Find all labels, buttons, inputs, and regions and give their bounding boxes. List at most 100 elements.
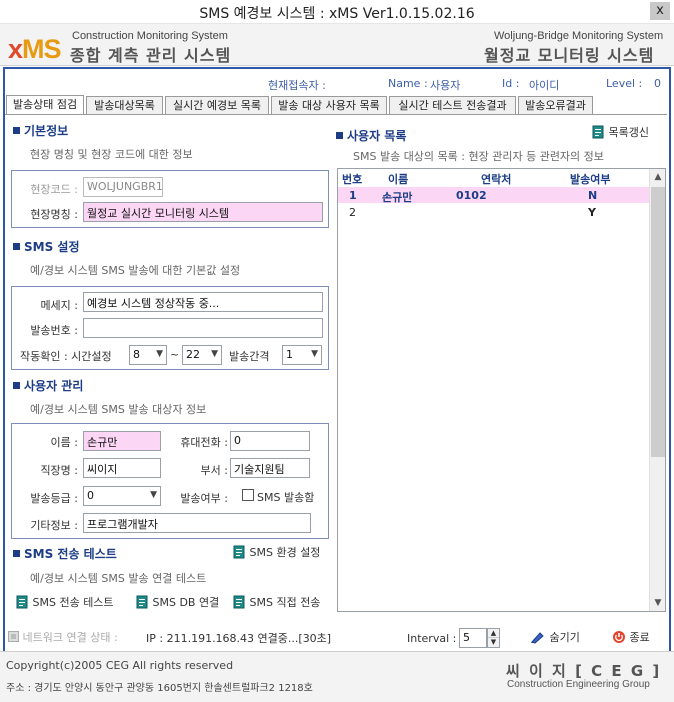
company-name-ko: 씨 이 지 [ C E G ] <box>506 662 662 680</box>
chevron-down-icon[interactable]: ▼ <box>488 638 499 647</box>
document-icon <box>233 595 245 609</box>
sms-send-checkbox-label: SMS 발송함 <box>257 491 315 504</box>
sms-test-desc: 예/경보 시스템 SMS 발송 연결 테스트 <box>30 572 207 585</box>
header-right-ko: 월정교 모니터링 시스템 <box>484 46 655 65</box>
network-status: 네트워크 연결 상태 : <box>8 629 118 645</box>
chevron-down-icon: ▼ <box>156 349 163 359</box>
list-scrollbar[interactable]: ▲ ▼ <box>649 169 665 611</box>
sms-send-checkbox[interactable] <box>242 489 254 504</box>
window-title: SMS 예경보 시스템 : xMS Ver1.0.15.02.16 <box>199 6 475 22</box>
send-number-label: 발송번호 : <box>30 324 78 337</box>
chevron-down-icon: ▼ <box>311 349 318 359</box>
network-icon <box>8 631 19 642</box>
user-name-label: 이름 : <box>50 436 78 449</box>
header-right-en: Woljung-Bridge Monitoring System <box>494 30 664 42</box>
level-value: 0 <box>654 77 661 90</box>
header-left-ko: 종합 계측 관리 시스템 <box>70 46 232 65</box>
site-code-field[interactable]: WOLJUNGBR1 <box>83 177 163 197</box>
send-interval-label: 발송간격 <box>229 350 270 363</box>
company-name-en: Construction Engineering Group <box>507 679 650 690</box>
title-bar: SMS 예경보 시스템 : xMS Ver1.0.15.02.16 x <box>0 0 674 24</box>
sms-env-button[interactable]: SMS 환경 설정 <box>233 544 320 560</box>
col-header-phone[interactable]: 연락처 <box>481 171 511 187</box>
send-interval-select[interactable]: 1 ▼ <box>282 345 322 365</box>
hide-button[interactable]: 숨기기 <box>530 629 580 645</box>
interval-stepper[interactable]: ▲ ▼ <box>487 628 500 648</box>
operation-check-label: 작동확인 : 시간설정 <box>20 350 112 363</box>
chevron-down-icon[interactable]: ▼ <box>650 595 666 611</box>
sms-send-test-button[interactable]: SMS 전송 테스트 <box>16 594 114 610</box>
interval-label: Interval : <box>407 632 457 645</box>
chevron-up-icon[interactable]: ▲ <box>650 169 666 185</box>
basic-info-title: 기본정보 <box>13 122 68 139</box>
sms-settings-title: SMS 설정 <box>13 238 80 255</box>
send-number-field[interactable] <box>83 318 323 338</box>
power-icon <box>613 631 625 643</box>
id-value: 아이디 <box>529 79 560 92</box>
current-user-label: 현재접속자 : <box>268 79 326 92</box>
tab-target-user-list[interactable]: 발송 대상 사용자 목록 <box>271 96 387 114</box>
document-icon <box>233 545 245 559</box>
document-icon <box>592 125 604 139</box>
table-row[interactable] <box>338 203 650 219</box>
refresh-list-button[interactable]: 목록갱신 <box>592 124 649 140</box>
scroll-thumb[interactable] <box>651 187 665 457</box>
row-1-no: 1 <box>349 189 357 202</box>
grade-select[interactable]: 0 ▼ <box>83 486 161 506</box>
dept-field[interactable]: 기술지원팀 <box>230 458 310 478</box>
phone-label: 휴대전화 : <box>180 436 228 449</box>
document-icon <box>16 595 28 609</box>
company-field[interactable]: 씨이지 <box>83 458 161 478</box>
site-code-label: 현장코드 : <box>30 183 78 196</box>
dept-label: 부서 : <box>200 464 228 477</box>
name-label: Name : <box>388 77 428 90</box>
tab-realtime-alert-list[interactable]: 실시간 예경보 목록 <box>165 96 269 114</box>
id-label: Id : <box>502 77 520 90</box>
user-name-field[interactable]: 손규만 <box>83 431 161 451</box>
chevron-down-icon: ▼ <box>150 490 157 500</box>
app-header: xMS Construction Monitoring System 종합 계측… <box>0 24 674 66</box>
sms-direct-send-button[interactable]: SMS 직접 전송 <box>233 594 320 610</box>
col-header-send-yn[interactable]: 발송여부 <box>570 171 610 187</box>
company-label: 직장명 : <box>40 464 78 477</box>
message-field[interactable]: 예경보 시스템 정상작동 중... <box>83 292 323 312</box>
col-header-no[interactable]: 번호 <box>342 171 362 187</box>
close-button[interactable]: x <box>650 2 670 20</box>
interval-input[interactable]: 5 <box>459 628 487 648</box>
message-label: 메세지 : <box>40 299 78 312</box>
row-1-send-yn: N <box>588 189 598 202</box>
address-text: 주소 : 경기도 안양시 동안구 관양동 1605번지 한솔센트럴파크2 121… <box>6 683 313 694</box>
basic-info-desc: 현장 명칭 및 현장 코드에 대한 정보 <box>30 148 193 161</box>
col-header-name[interactable]: 이름 <box>388 171 408 187</box>
exit-button[interactable]: 종료 <box>612 629 650 645</box>
site-name-field[interactable]: 월정교 실시간 모니터링 시스템 <box>83 202 323 222</box>
tab-send-status[interactable]: 발송상태 점검 <box>6 95 84 115</box>
sms-db-connect-button[interactable]: SMS DB 연결 <box>136 594 219 610</box>
copyright-text: Copyright(c)2005 CEG All rights reserved <box>6 659 234 672</box>
etc-info-label: 기타정보 : <box>30 519 78 532</box>
phone-field[interactable]: 0 <box>230 431 310 451</box>
header-left-en: Construction Monitoring System <box>72 30 228 42</box>
user-list-desc: SMS 발송 대상의 목록 : 현장 관리자 등 관련자의 정보 <box>353 150 604 163</box>
user-listview[interactable] <box>337 168 666 612</box>
ip-status-text: IP : 211.191.168.43 연결중...[30초] <box>146 632 332 645</box>
time-from-select[interactable]: 8 ▼ <box>129 345 167 365</box>
level-label: Level : <box>606 77 643 90</box>
chevron-up-icon[interactable]: ▲ <box>488 629 499 638</box>
time-range-tilde: ~ <box>170 348 180 361</box>
tab-send-error-result[interactable]: 발송오류결과 <box>518 96 593 114</box>
tab-realtime-test-result[interactable]: 실시간 테스트 전송결과 <box>389 96 516 114</box>
user-mgmt-desc: 예/경보 시스템 SMS 발송 대상자 정보 <box>30 403 207 416</box>
sms-settings-desc: 예/경보 시스템 SMS 발송에 대한 기본값 설정 <box>30 264 241 277</box>
time-to-select[interactable]: 22 ▼ <box>182 345 222 365</box>
row-1-phone: 0102 <box>456 189 487 202</box>
sms-test-title: SMS 전송 테스트 <box>13 545 117 562</box>
tab-send-target-list[interactable]: 발송대상목록 <box>86 96 163 114</box>
name-value: 사용자 <box>430 79 461 92</box>
pen-icon <box>531 632 544 644</box>
chevron-down-icon: ▼ <box>211 349 218 359</box>
row-2-no: 2 <box>349 206 356 219</box>
tab-divider <box>5 114 667 115</box>
user-mgmt-title: 사용자 관리 <box>13 377 83 394</box>
etc-info-field[interactable]: 프로그램개발자 <box>83 513 311 533</box>
